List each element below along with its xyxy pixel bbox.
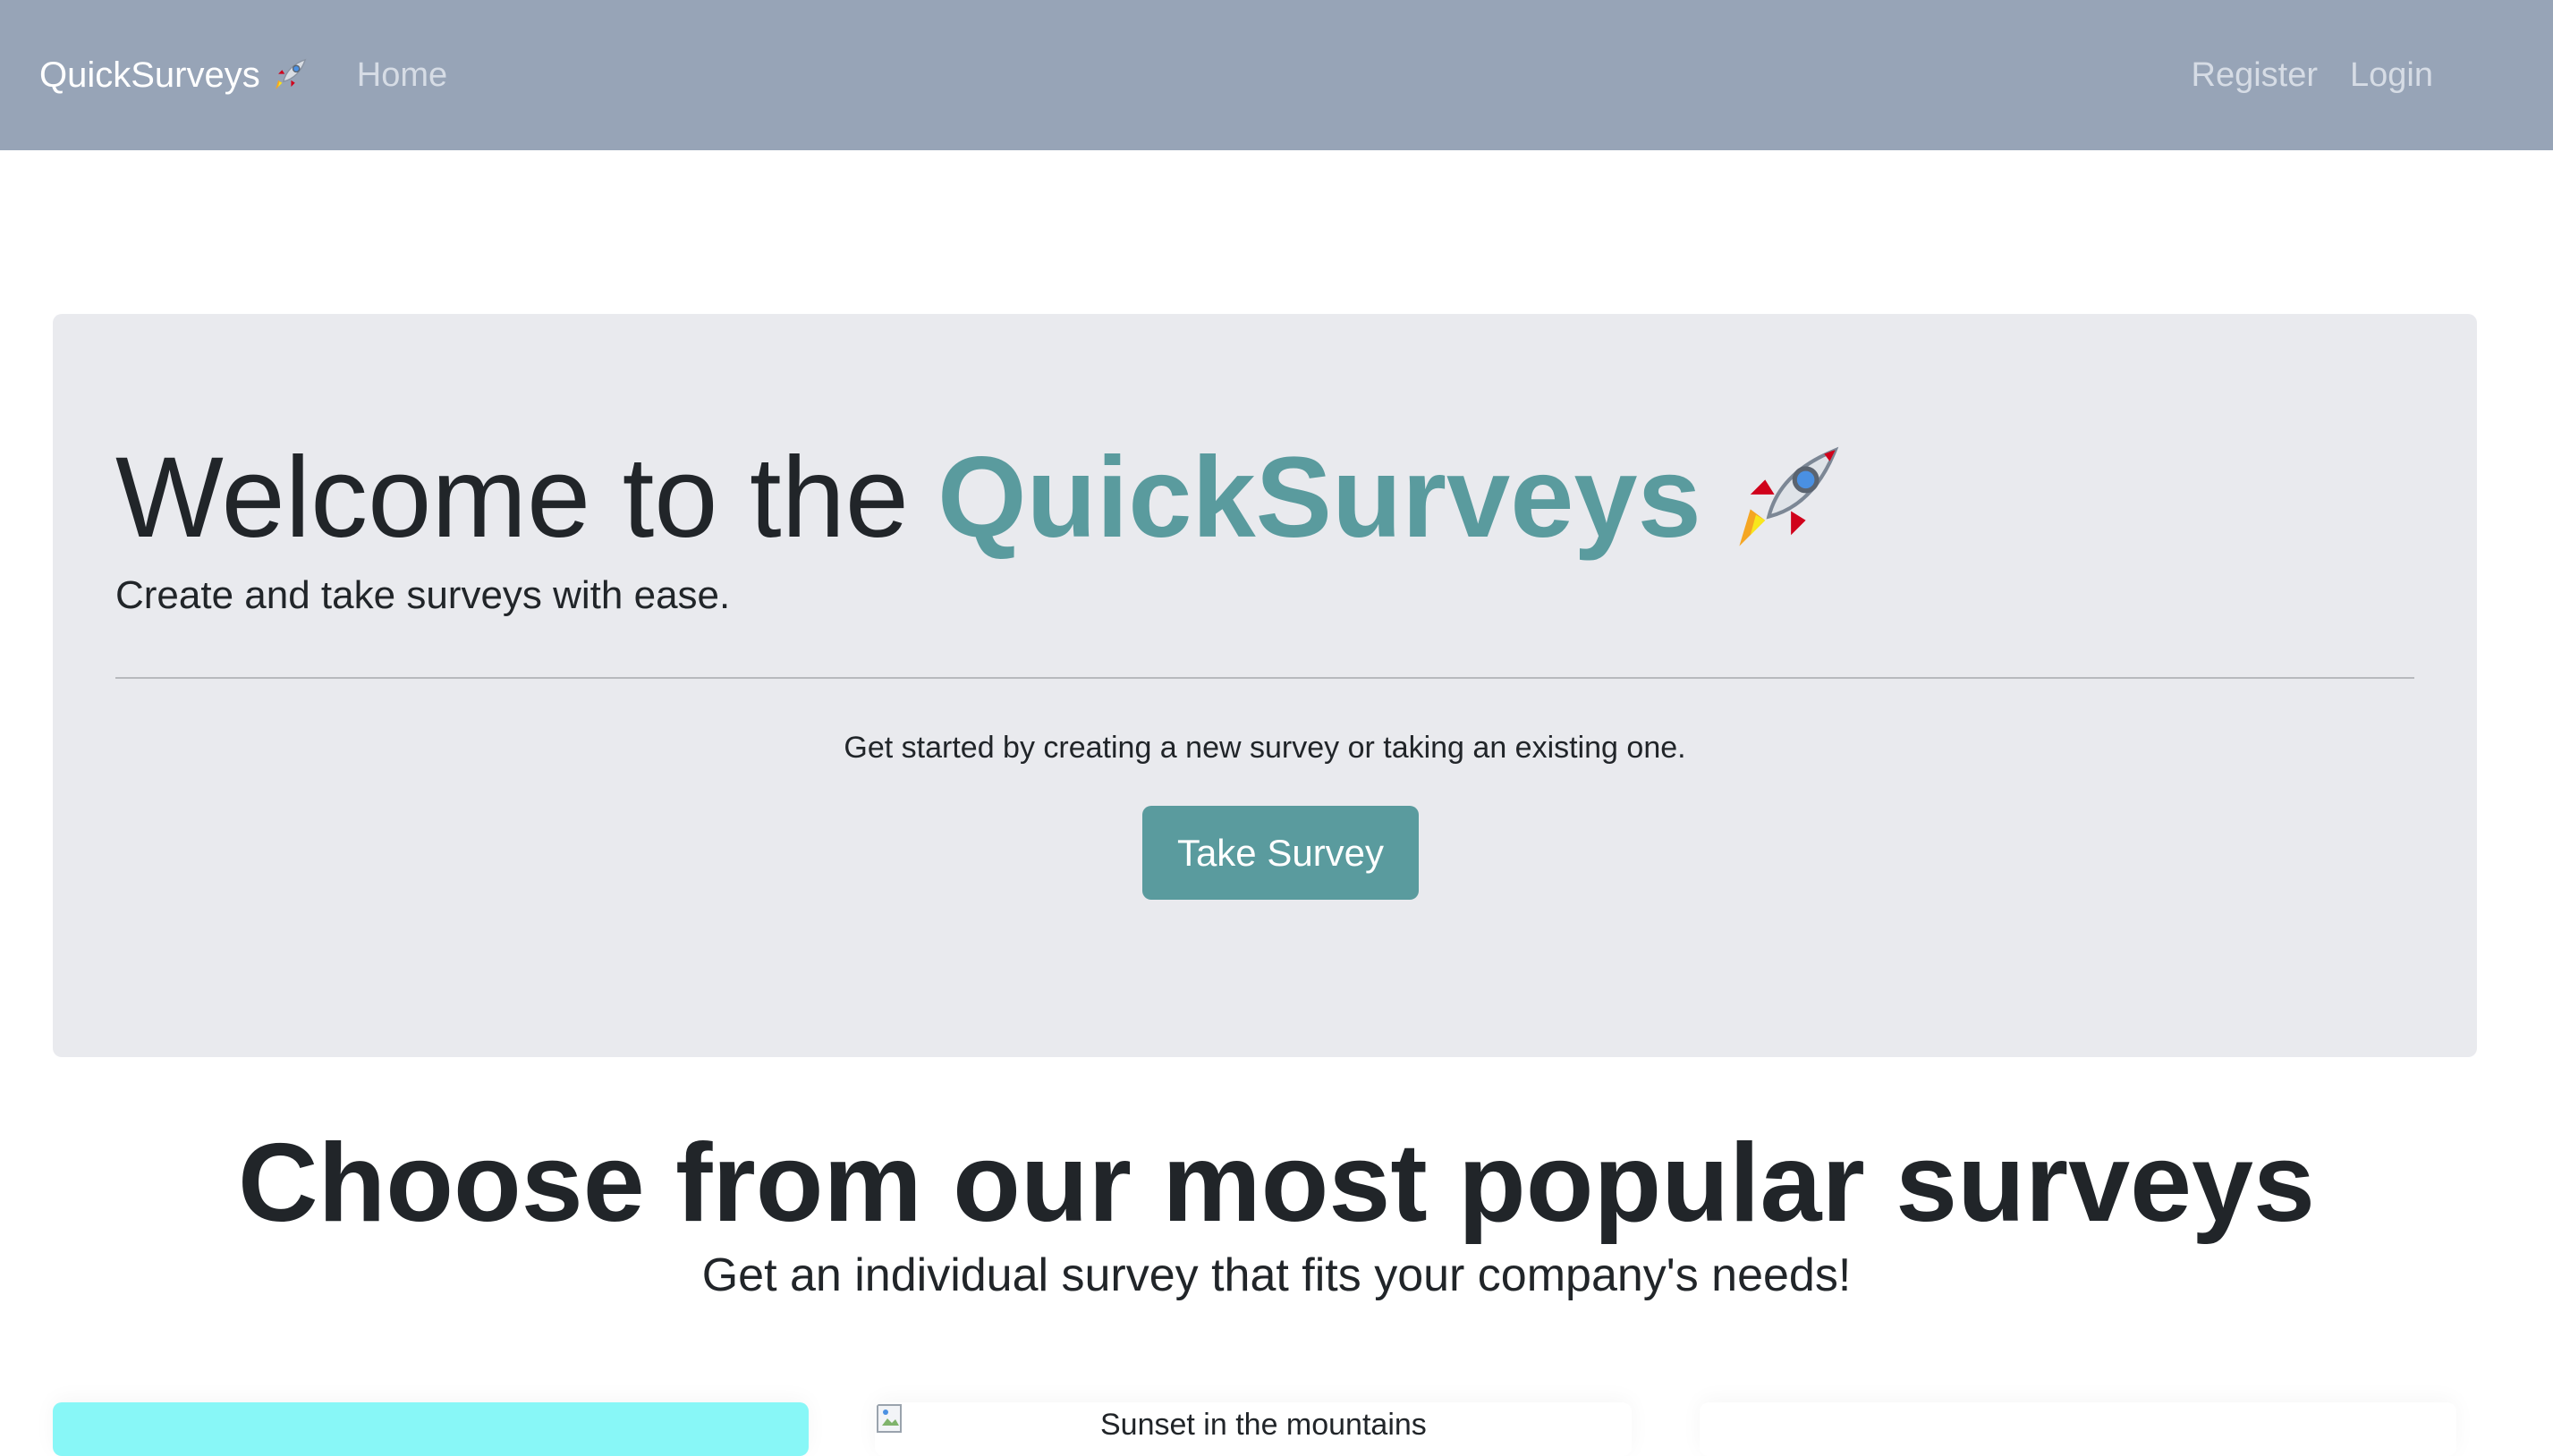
hero-cta-text: Get started by creating a new survey or …: [844, 731, 1686, 765]
hero-title-brand: QuickSurveys: [937, 434, 1701, 562]
hero-title-prefix: Welcome to the: [115, 434, 909, 562]
nav-register-link[interactable]: Register: [2192, 56, 2319, 95]
top-navbar: QuickSurveys Home Register Login: [0, 0, 2553, 150]
broken-image-icon: [875, 1402, 907, 1435]
hero-jumbotron: Welcome to the QuickSurveys Create and t…: [53, 314, 2477, 1057]
take-survey-button[interactable]: Take Survey: [1142, 806, 1419, 900]
popular-subtitle: Get an individual survey that fits your …: [701, 1249, 1852, 1301]
popular-title: Choose from our most popular surveys: [238, 1122, 2315, 1245]
rocket-icon: [1728, 439, 1846, 557]
survey-card[interactable]: Sunset in the mountains: [875, 1402, 1632, 1456]
nav-home-link[interactable]: Home: [357, 56, 447, 95]
rocket-icon: [269, 55, 310, 96]
hero-lead: Create and take surveys with ease.: [115, 573, 731, 617]
nav-login-link[interactable]: Login: [2350, 56, 2433, 95]
brand-link[interactable]: QuickSurveys: [39, 55, 310, 96]
hero-title: Welcome to the QuickSurveys: [115, 439, 1846, 557]
nav-right-group: Register Login: [2192, 56, 2514, 95]
survey-card[interactable]: [53, 1402, 809, 1456]
survey-card[interactable]: [1700, 1402, 2456, 1456]
hero-divider: [115, 677, 2414, 679]
brand-name: QuickSurveys: [39, 55, 260, 95]
